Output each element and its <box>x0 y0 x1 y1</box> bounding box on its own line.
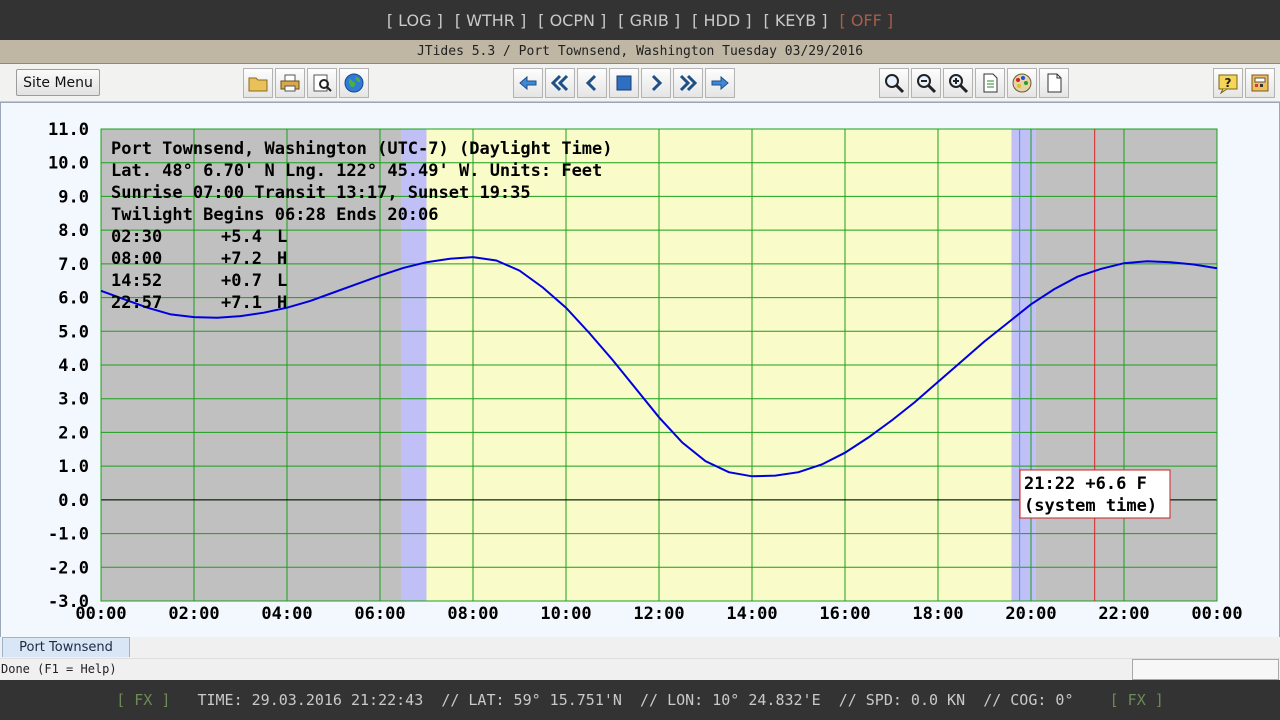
course-readout: // COG: 0° <box>983 691 1074 709</box>
y-tick-label: 11.0 <box>48 120 89 140</box>
toolbar: Site Menu ? <box>0 64 1280 102</box>
folder-icon[interactable] <box>243 68 273 98</box>
info-twilight-line: Twilight Begins 06:28 Ends 20:06 <box>111 205 439 225</box>
y-tick-label: 4.0 <box>58 356 89 376</box>
prev-icon[interactable] <box>577 68 607 98</box>
palette-icon[interactable] <box>1007 68 1037 98</box>
tide-type: H <box>277 249 287 269</box>
tide-height: +7.2 <box>221 249 262 269</box>
nav-weather-button[interactable]: [ WTHR ] <box>455 11 526 30</box>
site-menu-button[interactable]: Site Menu <box>16 69 100 96</box>
y-tick-label: 8.0 <box>58 221 89 241</box>
tooltip-caption: (system time) <box>1024 496 1157 516</box>
status-progress-box <box>1132 659 1279 680</box>
document-icon[interactable] <box>975 68 1005 98</box>
speed-readout: // SPD: 0.0 KN <box>838 691 966 709</box>
y-tick-label: -1.0 <box>48 525 89 545</box>
tide-chart-panel: 11.0 10.0 9.0 8.0 7.0 6.0 5.0 4.0 3.0 2.0 1.0 0.0 -1… <box>0 102 1280 638</box>
tide-type: L <box>277 271 287 291</box>
y-tick-label: 3.0 <box>58 390 89 410</box>
print-preview-icon[interactable] <box>307 68 337 98</box>
y-tick-label: 9.0 <box>58 187 89 207</box>
info-sun-line: Sunrise 07:00 Transit 13:17, Sunset 19:3… <box>111 183 531 203</box>
rewind-icon[interactable] <box>545 68 575 98</box>
x-tick-label: 08:00 <box>447 604 498 624</box>
x-tick-label: 00:00 <box>75 604 126 624</box>
tide-type: H <box>277 293 287 313</box>
nav-grib-button[interactable]: [ GRIB ] <box>618 11 680 30</box>
svg-text:?: ? <box>1225 76 1232 90</box>
y-tick-label: 7.0 <box>58 255 89 275</box>
x-tick-label: 16:00 <box>819 604 870 624</box>
y-axis-ticks: 11.0 10.0 9.0 8.0 7.0 6.0 5.0 4.0 3.0 2.0 1.0 0.0 -1… <box>48 120 89 612</box>
x-tick-label: 10:00 <box>540 604 591 624</box>
info-coordinates-line: Lat. 48° 6.70' N Lng. 122° 45.49' W. Uni… <box>111 161 602 181</box>
system-time-tooltip: 21:22 +6.6 F (system time) <box>1019 469 1171 519</box>
y-tick-label: 10.0 <box>48 154 89 174</box>
next-icon[interactable] <box>641 68 671 98</box>
calculator-icon[interactable] <box>1245 68 1275 98</box>
y-tick-label: 2.0 <box>58 423 89 443</box>
y-tick-label: -2.0 <box>48 558 89 578</box>
time-readout: TIME: 29.03.2016 21:22:43 <box>197 691 424 709</box>
status-bar: Done (F1 = Help) <box>0 658 1280 680</box>
search-icon[interactable] <box>879 68 909 98</box>
stop-icon[interactable] <box>609 68 639 98</box>
tide-type: L <box>277 227 287 247</box>
back-arrow-icon[interactable] <box>513 68 543 98</box>
tab-port-townsend[interactable]: Port Townsend <box>2 637 130 657</box>
globe-icon[interactable] <box>339 68 369 98</box>
tide-time: 22:57 <box>111 293 162 313</box>
tooltip-value: 21:22 +6.6 F <box>1024 474 1147 494</box>
nav-hdd-button[interactable]: [ HDD ] <box>692 11 751 30</box>
bottom-info-bar: [ FX ] TIME: 29.03.2016 21:22:43 // LAT:… <box>0 680 1280 720</box>
x-tick-label: 04:00 <box>261 604 312 624</box>
y-tick-label: 5.0 <box>58 322 89 342</box>
x-tick-label: 02:00 <box>168 604 219 624</box>
x-tick-label: 22:00 <box>1098 604 1149 624</box>
top-nav-bar: [ LOG ] [ WTHR ] [ OCPN ] [ GRIB ] [ HDD… <box>0 0 1280 40</box>
tide-height: +0.7 <box>221 271 262 291</box>
tide-time: 08:00 <box>111 249 162 269</box>
longitude-readout: // LON: 10° 24.832'E <box>640 691 821 709</box>
nav-keyboard-button[interactable]: [ KEYB ] <box>763 11 827 30</box>
nav-opencpn-button[interactable]: [ OCPN ] <box>538 11 606 30</box>
fast-forward-icon[interactable] <box>673 68 703 98</box>
printer-icon[interactable] <box>275 68 305 98</box>
tab-strip: Port Townsend <box>0 637 1280 658</box>
tide-time: 02:30 <box>111 227 162 247</box>
zoom-out-icon[interactable] <box>911 68 941 98</box>
y-tick-label: 1.0 <box>58 457 89 477</box>
tide-height: +5.4 <box>221 227 262 247</box>
y-tick-label: 0.0 <box>58 491 89 511</box>
window-title: JTides 5.3 / Port Townsend, Washington T… <box>0 40 1280 64</box>
info-station-line: Port Townsend, Washington (UTC-7) (Dayli… <box>111 139 613 159</box>
nav-log-button[interactable]: [ LOG ] <box>387 11 443 30</box>
x-tick-label: 20:00 <box>1005 604 1056 624</box>
fx-right-button[interactable]: [ FX ] <box>1110 691 1164 709</box>
fx-left-button[interactable]: [ FX ] <box>116 691 170 709</box>
x-tick-label: 06:00 <box>354 604 405 624</box>
forward-arrow-icon[interactable] <box>705 68 735 98</box>
x-axis-ticks: 00:00 02:00 04:00 06:00 08:00 10:00 12:00 14:00… <box>75 604 1242 624</box>
x-tick-label: 12:00 <box>633 604 684 624</box>
nav-off-button[interactable]: [ OFF ] <box>840 11 894 30</box>
tide-time: 14:52 <box>111 271 162 291</box>
blank-page-icon[interactable] <box>1039 68 1069 98</box>
help-icon[interactable]: ? <box>1213 68 1243 98</box>
status-text: Done (F1 = Help) <box>1 662 117 676</box>
tide-height: +7.1 <box>221 293 262 313</box>
latitude-readout: // LAT: 59° 15.751'N <box>441 691 622 709</box>
x-tick-label: 14:00 <box>726 604 777 624</box>
tide-chart: 11.0 10.0 9.0 8.0 7.0 6.0 5.0 4.0 3.0 2.0 1.0 0.0 -1… <box>48 120 1243 624</box>
x-tick-label: 18:00 <box>912 604 963 624</box>
zoom-in-icon[interactable] <box>943 68 973 98</box>
x-tick-label: 00:00 <box>1191 604 1242 624</box>
y-tick-label: 6.0 <box>58 289 89 309</box>
